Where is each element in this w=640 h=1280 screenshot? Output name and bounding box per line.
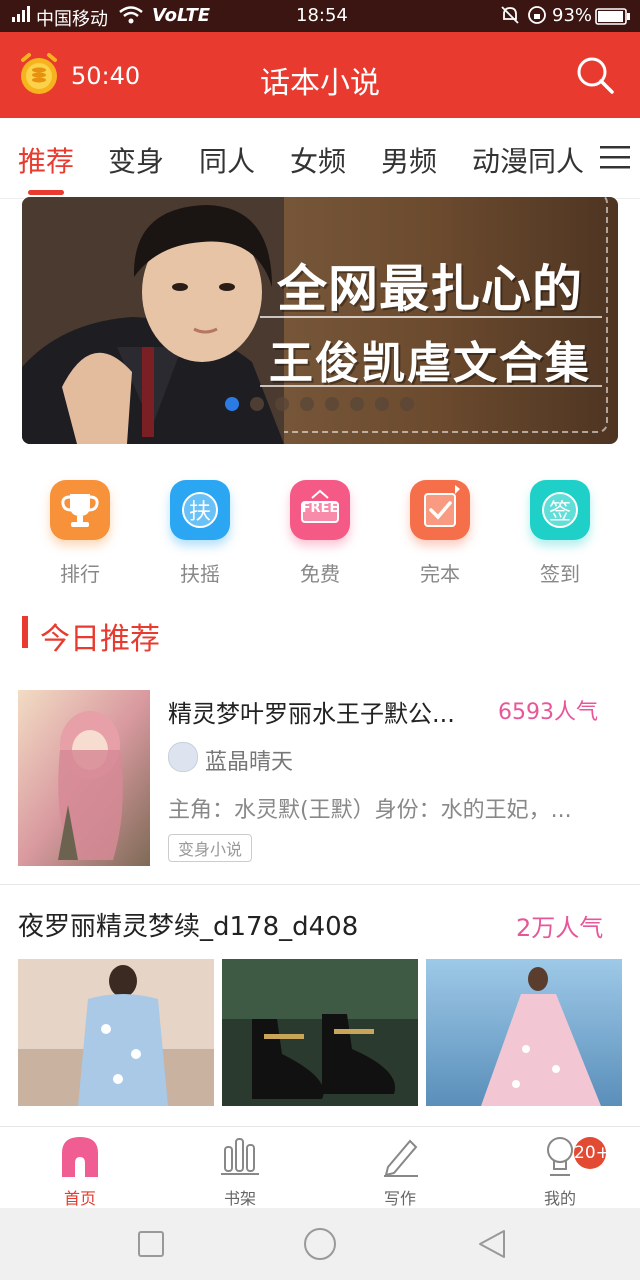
banner-divider-bottom [260,385,602,387]
pencil-icon [384,1139,418,1177]
tab-transform[interactable]: 变身 [108,140,164,180]
sign-glyph: 签 [548,500,571,525]
quick-action-label: 免费 [300,562,340,586]
nav-write[interactable]: 写作 [320,1127,480,1209]
book-description: 主角：水灵默(王默）身份：水的王妃，... [168,798,572,823]
nav-bookshelf[interactable]: 书架 [160,1127,320,1209]
free-icon: FREE [290,480,350,540]
battery-level: 93% [552,5,593,26]
home-button-icon[interactable] [302,1226,338,1262]
book-image[interactable] [18,959,214,1106]
tab-fanfic[interactable]: 同人 [199,140,255,180]
bookshelf-icon [221,1138,259,1175]
book-popularity: 6593人气 [498,700,598,725]
free-glyph: FREE [301,501,339,516]
book-cover [18,690,150,866]
quick-action-completed[interactable]: 完本 [380,480,500,590]
quick-action-label: 扶摇 [180,562,220,586]
back-icon[interactable] [476,1228,508,1260]
wifi-icon [118,5,144,30]
book-tag[interactable]: 变身小说 [168,834,253,862]
book-title[interactable]: 精灵梦叶罗丽水王子默公... [168,694,472,729]
banner-dot[interactable] [275,397,289,411]
banner-dot[interactable] [300,397,314,411]
category-tabs: 推荐 变身 同人 女频 男频 动漫同人 [0,118,640,199]
quick-action-checkin[interactable]: 签 签到 [500,480,620,590]
banner-dot[interactable] [250,397,264,411]
nav-profile[interactable]: 我的 [480,1127,640,1209]
book-title[interactable]: 夜罗丽精灵梦续_d178_d408 [18,906,358,943]
nav-home[interactable]: 首页 [0,1127,160,1209]
trophy-icon [50,480,110,540]
banner-dot[interactable] [225,397,239,411]
quick-action-free[interactable]: FREE 免费 [260,480,380,590]
nav-label: 写作 [383,1189,416,1208]
app-header: 50:40 话本小说 [0,32,640,118]
banner-portrait [22,197,284,444]
search-icon[interactable] [574,54,616,96]
status-bar: 中国移动 VoLTE 18:54 93% [0,0,640,32]
banner-headline: 全网最扎心的 [277,260,583,318]
notification-badge: 20+ [574,1137,610,1169]
section-title: 今日推荐 [40,622,160,657]
nav-label: 书架 [223,1189,256,1208]
home-icon [62,1137,98,1177]
mute-icon [500,5,520,30]
battery-icon [595,8,631,30]
tab-female[interactable]: 女频 [290,140,346,180]
banner-dot[interactable] [325,397,339,411]
banner-dot[interactable] [350,397,364,411]
banner-dot[interactable] [375,397,389,411]
section-marker [22,616,28,648]
nav-label: 首页 [63,1189,96,1208]
app-title: 话本小说 [260,66,380,101]
menu-icon[interactable] [600,144,630,170]
quick-action-label: 签到 [540,562,580,586]
tab-recommend[interactable]: 推荐 [18,140,74,180]
signal-icon [10,5,32,28]
book-image[interactable] [426,959,622,1106]
fuyao-icon: 扶 [170,480,230,540]
quick-action-label: 完本 [420,562,460,586]
fuyao-glyph: 扶 [188,500,211,525]
sign-icon: 签 [530,480,590,540]
tab-male[interactable]: 男频 [381,140,437,180]
clock: 18:54 [296,5,348,26]
promo-banner[interactable]: 全网最扎心的 王俊凯虐文合集 [22,197,618,444]
system-nav-bar [0,1208,640,1280]
tab-anime-fanfic[interactable]: 动漫同人 [472,140,584,180]
author-name[interactable]: 蓝晶晴天 [205,744,293,776]
avatar [168,742,198,772]
quick-action-label: 排行 [60,562,100,586]
quick-action-ranking[interactable]: 排行 [20,480,140,590]
banner-dot[interactable] [400,397,414,411]
book-card[interactable]: 精灵梦叶罗丽水王子默公... 6593人气 蓝晶晴天 主角：水灵默(王默）身份：… [0,670,640,885]
carrier-name: 中国移动 [36,9,108,30]
recent-apps-icon[interactable] [137,1230,165,1258]
network-type: VoLTE [152,5,211,26]
quick-action-fuyao[interactable]: 扶 扶摇 [140,480,260,590]
banner-subheadline: 王俊凯虐文合集 [269,338,591,389]
check-icon [410,480,470,540]
bottom-navigation: 首页 书架 写作 我的 [0,1126,640,1209]
book-image[interactable] [222,959,418,1106]
nav-label: 我的 [543,1189,576,1208]
lock-rotation-icon [526,5,548,30]
book-popularity: 2万人气 [516,914,604,942]
active-tab-indicator [28,190,64,195]
